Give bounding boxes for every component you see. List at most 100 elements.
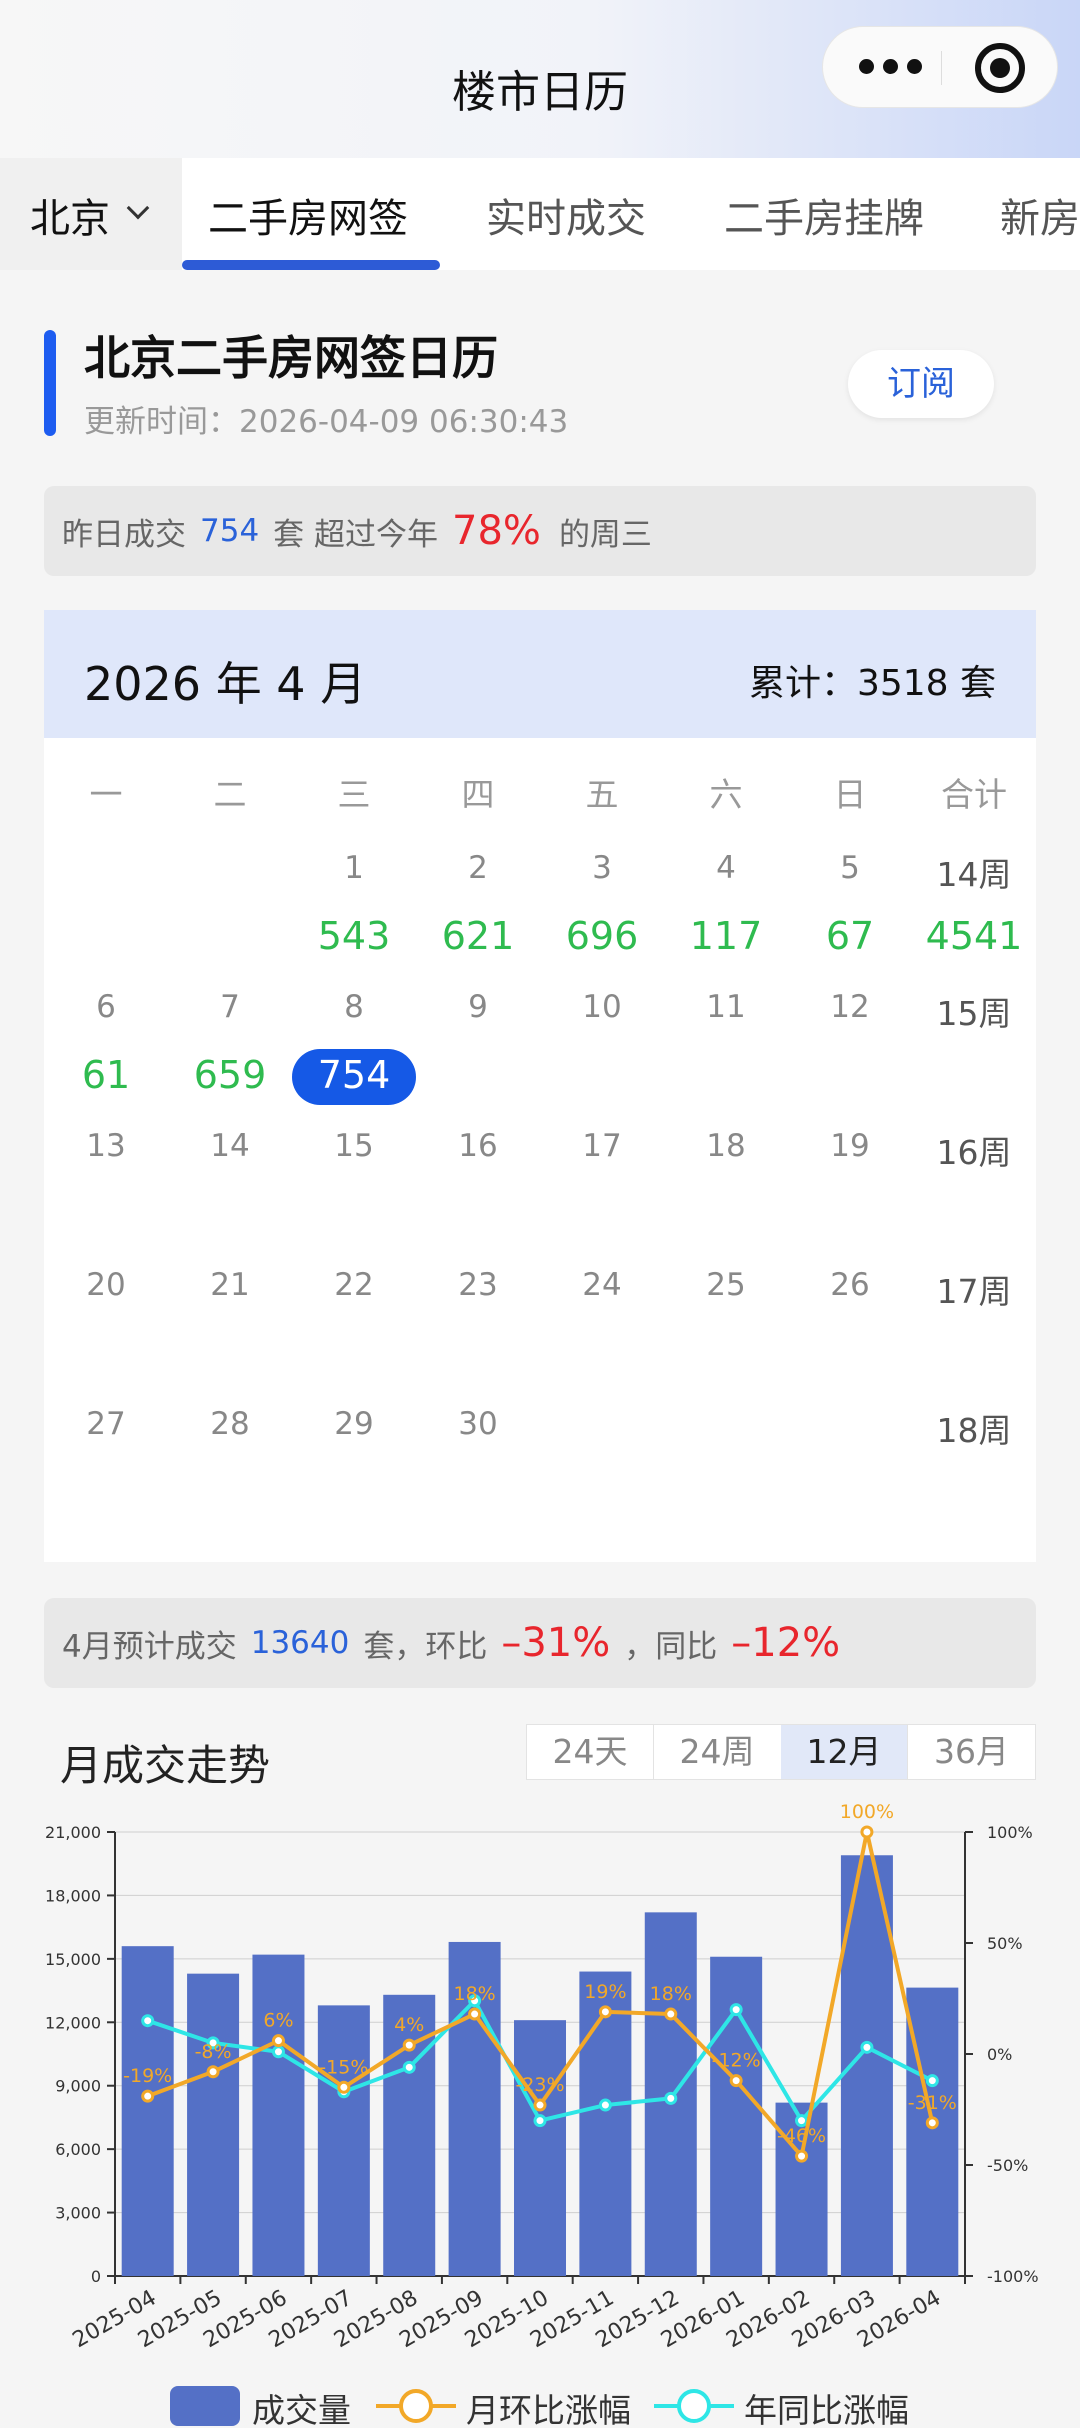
point-yoy bbox=[860, 2040, 874, 2054]
mom-data-label: -15% bbox=[319, 2056, 368, 2078]
tab-bar: 北京 二手房网签 实时成交 二手房挂牌 新房 bbox=[0, 158, 1080, 270]
week-label: 16周 bbox=[936, 1133, 1012, 1172]
calendar-day[interactable]: 24 bbox=[540, 1267, 664, 1303]
day-deal-count[interactable]: 659 bbox=[168, 1053, 292, 1097]
calendar-day[interactable]: 1 bbox=[292, 850, 416, 886]
calendar-day[interactable]: 21 bbox=[168, 1267, 292, 1303]
legend-mom-swatch bbox=[376, 2389, 456, 2423]
calendar-day[interactable]: 6 bbox=[44, 989, 168, 1025]
update-time-value: 2026-04-09 06:30:43 bbox=[239, 404, 569, 440]
calendar-day[interactable]: 10 bbox=[540, 989, 664, 1025]
forecast-mid: 套，环比 bbox=[363, 1628, 488, 1665]
forecast-mom: –31% bbox=[501, 1620, 611, 1666]
summary-suffix: 的周三 bbox=[558, 516, 652, 553]
subscribe-button[interactable]: 订阅 bbox=[848, 350, 994, 418]
point-yoy bbox=[402, 2060, 416, 2074]
calendar-day[interactable]: 17 bbox=[540, 1128, 664, 1164]
tab-resale-signing[interactable]: 二手房网签 bbox=[208, 186, 408, 244]
calendar-day[interactable]: 2 bbox=[416, 850, 540, 886]
calendar-day[interactable]: 27 bbox=[44, 1406, 168, 1442]
week-label: 17周 bbox=[936, 1272, 1012, 1311]
legend-yoy[interactable]: 年同比涨幅 bbox=[744, 2384, 909, 2428]
more-icon[interactable] bbox=[859, 49, 943, 85]
legend-volume[interactable]: 成交量 bbox=[252, 2384, 351, 2428]
day-deal-count[interactable]: 67 bbox=[788, 914, 912, 958]
y-tick-label: 21,000 bbox=[45, 1823, 101, 1842]
calendar-day[interactable]: 18 bbox=[664, 1128, 788, 1164]
point-yoy bbox=[271, 2045, 285, 2059]
calendar-day[interactable]: 30 bbox=[416, 1406, 540, 1442]
calendar-day[interactable]: 12 bbox=[788, 989, 912, 1025]
calendar-day[interactable]: 28 bbox=[168, 1406, 292, 1442]
y-tick-label: 9,000 bbox=[55, 2077, 101, 2096]
weekday-header: 三 bbox=[337, 775, 371, 814]
mom-data-label: 19% bbox=[584, 1981, 626, 2003]
mom-data-label: 18% bbox=[453, 1983, 495, 2005]
yesterday-summary: 昨日成交 754 套 超过今年 78% 的周三 bbox=[44, 486, 1036, 576]
y2-tick-label: -50% bbox=[987, 2156, 1028, 2175]
calendar-day[interactable]: 23 bbox=[416, 1267, 540, 1303]
mom-data-label: -31% bbox=[908, 2092, 957, 2114]
calendar-day[interactable]: 9 bbox=[416, 989, 540, 1025]
calendar-day[interactable]: 15 bbox=[292, 1128, 416, 1164]
tab-realtime-deals[interactable]: 实时成交 bbox=[486, 186, 646, 244]
calendar-day[interactable]: 20 bbox=[44, 1267, 168, 1303]
bar-volume bbox=[252, 1954, 305, 2276]
calendar-day[interactable]: 22 bbox=[292, 1267, 416, 1303]
forecast-sep: ，同比 bbox=[624, 1628, 718, 1665]
y-tick-label: 15,000 bbox=[45, 1950, 101, 1969]
chevron-down-icon bbox=[126, 196, 150, 220]
city-selector[interactable]: 北京 bbox=[0, 158, 182, 270]
weekday-header: 五 bbox=[585, 775, 619, 814]
summary-unit: 套 超过今年 bbox=[273, 516, 439, 553]
day-deal-count[interactable]: 543 bbox=[292, 914, 416, 958]
y-tick-label: 0 bbox=[91, 2267, 101, 2286]
calendar-day[interactable]: 5 bbox=[788, 850, 912, 886]
close-target-icon[interactable] bbox=[975, 43, 1025, 93]
y-tick-label: 12,000 bbox=[45, 2013, 101, 2032]
calendar-day[interactable]: 11 bbox=[664, 989, 788, 1025]
calendar-day[interactable]: 3 bbox=[540, 850, 664, 886]
point-yoy bbox=[925, 2074, 939, 2088]
calendar-day[interactable]: 29 bbox=[292, 1406, 416, 1442]
calendar-day[interactable]: 26 bbox=[788, 1267, 912, 1303]
calendar-day[interactable]: 7 bbox=[168, 989, 292, 1025]
calendar-day[interactable]: 16 bbox=[416, 1128, 540, 1164]
range-selector: 24天 24周 12月 36月 bbox=[526, 1724, 1036, 1780]
calendar-day[interactable]: 4 bbox=[664, 850, 788, 886]
legend-bar-swatch bbox=[170, 2386, 240, 2426]
bar-volume bbox=[906, 1987, 959, 2276]
point-mom bbox=[598, 2005, 612, 2019]
bar-volume bbox=[317, 2005, 370, 2276]
y2-tick-label: 50% bbox=[987, 1934, 1023, 1953]
tab-resale-listings[interactable]: 二手房挂牌 bbox=[724, 186, 924, 244]
calendar-day[interactable]: 13 bbox=[44, 1128, 168, 1164]
header-accent-bar bbox=[44, 330, 56, 436]
mom-data-label: -46% bbox=[777, 2125, 826, 2147]
forecast-prefix: 4月预计成交 bbox=[62, 1628, 237, 1665]
tab-new-homes[interactable]: 新房 bbox=[1000, 186, 1080, 244]
update-time: 更新时间：2026-04-09 06:30:43 bbox=[84, 396, 568, 441]
calendar-day[interactable]: 19 bbox=[788, 1128, 912, 1164]
city-label: 北京 bbox=[30, 196, 110, 242]
calendar-day[interactable]: 8 bbox=[292, 989, 416, 1025]
legend-mom[interactable]: 月环比涨幅 bbox=[466, 2384, 631, 2428]
calendar-month: 2026 年 4 月 bbox=[84, 657, 367, 711]
weekday-header: 合计 bbox=[941, 775, 1007, 814]
range-36-months[interactable]: 36月 bbox=[908, 1725, 1035, 1779]
point-yoy bbox=[598, 2098, 612, 2112]
weekday-header: 四 bbox=[461, 775, 495, 814]
day-deal-count[interactable]: 621 bbox=[416, 914, 540, 958]
forecast-summary: 4月预计成交 13640 套，环比 –31% ，同比 –12% bbox=[44, 1598, 1036, 1688]
day-deal-count[interactable]: 696 bbox=[540, 914, 664, 958]
day-deal-count[interactable]: 61 bbox=[44, 1053, 168, 1097]
day-deal-count[interactable]: 754 bbox=[292, 1053, 416, 1097]
range-24-days[interactable]: 24天 bbox=[527, 1725, 653, 1779]
calendar-day[interactable]: 25 bbox=[664, 1267, 788, 1303]
day-deal-count[interactable]: 117 bbox=[664, 914, 788, 958]
range-24-weeks[interactable]: 24周 bbox=[654, 1725, 780, 1779]
point-mom bbox=[925, 2116, 939, 2130]
range-12-months[interactable]: 12月 bbox=[781, 1725, 907, 1779]
calendar-day[interactable]: 14 bbox=[168, 1128, 292, 1164]
summary-prefix: 昨日成交 bbox=[62, 516, 186, 553]
